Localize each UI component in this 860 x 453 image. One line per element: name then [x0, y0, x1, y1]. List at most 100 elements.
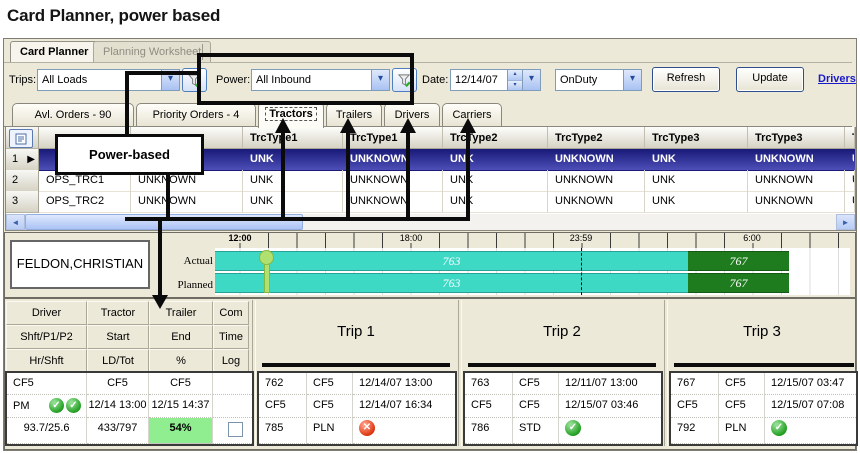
power-highlight-rectangle: [197, 53, 414, 105]
grid-cell[interactable]: UNKNOWN: [748, 170, 845, 192]
row-number[interactable]: 1▶: [6, 149, 39, 171]
grid-cell[interactable]: UNKNOWN: [845, 149, 855, 171]
grid-cell[interactable]: UNKNOWN: [343, 149, 443, 171]
card-cell: STD: [513, 418, 559, 444]
tab-planning-worksheet[interactable]: Planning Worksheet: [93, 41, 211, 63]
card-cell: 785: [259, 418, 307, 444]
status-cell: ✓: [765, 418, 856, 444]
grid-col-header[interactable]: TrcType4: [845, 127, 855, 149]
grid-col-header[interactable]: TrcType1: [343, 127, 443, 149]
row-number[interactable]: 2: [6, 170, 39, 192]
grid-cell[interactable]: OPS_TRC2: [39, 191, 131, 213]
duty-combo[interactable]: OnDuty ▾: [555, 69, 642, 91]
card-cell: [213, 395, 252, 418]
tab-strip-divider: [4, 62, 852, 63]
grid-cell[interactable]: UNKNOWN: [343, 191, 443, 213]
date-field[interactable]: 12/14/07 ▴ ▾ ▾: [450, 69, 541, 91]
legend-cell: Log: [213, 349, 249, 373]
grid-cell[interactable]: UNKNOWN: [548, 170, 645, 192]
tab-avl-orders[interactable]: Avl. Orders - 90: [12, 103, 134, 127]
spin-up-icon[interactable]: ▴: [508, 70, 522, 80]
scroll-left-icon[interactable]: ◄: [6, 214, 25, 230]
trip-1-underline: [262, 363, 450, 367]
card-cell: CF5: [513, 395, 559, 418]
date-spinner[interactable]: ▴ ▾: [507, 70, 522, 90]
grid-col-header[interactable]: TrcType3: [645, 127, 748, 149]
grid-cell[interactable]: UNKNOWN: [845, 191, 855, 213]
actual-trip-bar[interactable]: 767: [688, 251, 789, 271]
trips-label: Trips:: [9, 74, 36, 86]
grid-cell[interactable]: UNK: [645, 149, 748, 171]
status-cell: ✕: [353, 418, 455, 444]
card-cell: CF5: [719, 395, 765, 418]
planned-trip-bar[interactable]: 767: [688, 273, 789, 293]
grid-cell[interactable]: UNK: [645, 170, 748, 192]
grid-cell[interactable]: UNKNOWN: [845, 170, 855, 192]
check-icon: ✓: [49, 398, 64, 413]
card-cell: [213, 418, 252, 444]
card-legend-table: Driver Tractor Trailer Com Shft/P1/P2 St…: [6, 301, 249, 373]
card-cell: CF5: [513, 373, 559, 395]
trip-3-title: Trip 3: [668, 301, 856, 361]
tab-card-planner[interactable]: Card Planner: [10, 41, 98, 63]
spin-down-icon[interactable]: ▾: [508, 80, 522, 91]
grid-col-header[interactable]: TrcType3: [748, 127, 845, 149]
planned-trip-bar[interactable]: 763: [215, 273, 688, 293]
planned-row-label: Planned: [153, 279, 213, 291]
card-cell: PLN: [719, 418, 765, 444]
annotation-line: [166, 169, 170, 219]
legend-cell: LD/Tot: [87, 349, 149, 373]
refresh-button[interactable]: Refresh: [652, 67, 720, 92]
card-cell: 763: [465, 373, 513, 395]
grid-col-header[interactable]: TrcType1: [243, 127, 343, 149]
card-view-icon[interactable]: [9, 129, 33, 148]
status-cell: ✓: [559, 418, 661, 444]
grid-cell[interactable]: UNKNOWN: [748, 191, 845, 213]
grid-col-header[interactable]: TrcType2: [548, 127, 645, 149]
resource-name-box[interactable]: FELDON,CHRISTIAN: [10, 240, 150, 289]
check-icon: ✓: [66, 398, 81, 413]
log-checkbox[interactable]: [228, 422, 243, 437]
grid-cell[interactable]: UNK: [443, 149, 548, 171]
card-cell: CF5: [307, 373, 353, 395]
grid-cell[interactable]: UNK: [443, 170, 548, 192]
grid-cell[interactable]: UNK: [243, 170, 343, 192]
grid-cell[interactable]: UNKNOWN: [131, 191, 243, 213]
grid-row[interactable]: 3 OPS_TRC2 UNKNOWN UNK UNKNOWN UNK UNKNO…: [6, 191, 855, 212]
page-title: Card Planner, power based: [7, 6, 220, 26]
tab-priority-orders[interactable]: Priority Orders - 4: [136, 103, 256, 127]
power-based-callout: Power-based: [55, 134, 204, 175]
card-cell: 12/15/07 03:47: [765, 373, 856, 395]
chevron-down-icon[interactable]: ▾: [522, 70, 540, 90]
annotation-line: [346, 131, 350, 217]
actual-row-label: Actual: [153, 255, 213, 267]
grid-cell[interactable]: UNKNOWN: [548, 191, 645, 213]
card-cell: 762: [259, 373, 307, 395]
driver-card[interactable]: CF5 CF5 CF5 PM ✓✓ 12/14 13:00 12/15 14:3…: [5, 371, 254, 446]
grid-cell[interactable]: UNK: [443, 191, 548, 213]
chevron-down-icon[interactable]: ▾: [623, 70, 641, 90]
grid-cell[interactable]: UNK: [645, 191, 748, 213]
actual-trip-bar[interactable]: 763: [215, 251, 688, 271]
trip-3-card[interactable]: 767 CF5 12/15/07 03:47 CF5 CF5 12/15/07 …: [669, 371, 858, 446]
grid-cell[interactable]: UNKNOWN: [748, 149, 845, 171]
grid-cell[interactable]: UNKNOWN: [548, 149, 645, 171]
grid-cell[interactable]: UNK: [243, 149, 343, 171]
grid-col-header[interactable]: TrcType2: [443, 127, 548, 149]
row-number[interactable]: 3: [6, 191, 39, 213]
grid-cell[interactable]: UNK: [243, 191, 343, 213]
drivers-link[interactable]: Drivers: [818, 73, 856, 85]
trip-2-card[interactable]: 763 CF5 12/11/07 13:00 CF5 CF5 12/15/07 …: [463, 371, 663, 446]
update-button[interactable]: Update: [736, 67, 804, 92]
card-cell: CF5: [671, 395, 719, 418]
scroll-right-icon[interactable]: ►: [836, 214, 855, 230]
tab-tractors[interactable]: Tractors: [258, 102, 324, 128]
trip-1-card[interactable]: 762 CF5 12/14/07 13:00 CF5 CF5 12/14/07 …: [257, 371, 457, 446]
midnight-marker: [581, 248, 583, 295]
legend-cell: Shft/P1/P2: [6, 325, 87, 349]
annotation-line: [466, 131, 470, 217]
grid-cell[interactable]: UNKNOWN: [343, 170, 443, 192]
tick-label: 18:00: [398, 233, 425, 243]
annotation-line: [406, 131, 410, 217]
card-cell: CF5: [307, 395, 353, 418]
